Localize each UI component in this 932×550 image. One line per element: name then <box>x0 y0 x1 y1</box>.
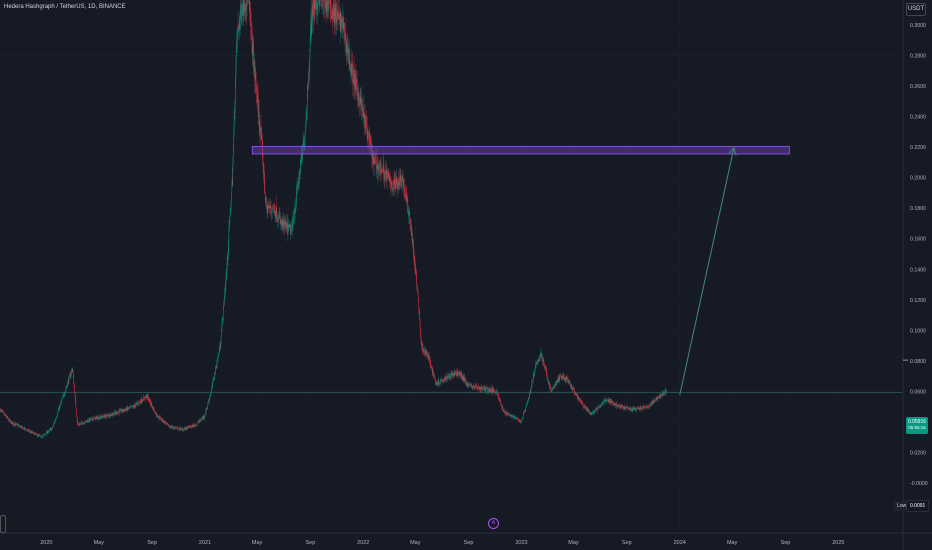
y-tick-label: 0.3000 <box>910 23 926 29</box>
x-tick-label: Sep <box>147 540 157 546</box>
x-tick-label: 2024 <box>674 540 686 546</box>
x-tick-label: 2023 <box>515 540 527 546</box>
x-tick-label: May <box>94 540 105 546</box>
x-tick-label: Sep <box>305 540 315 546</box>
low-value: 0.0091 <box>906 500 930 512</box>
y-tick-label: -0.0000 <box>910 481 928 487</box>
y-tick-label: 0.2000 <box>910 176 926 182</box>
y-tick-label: 0.1000 <box>910 328 926 334</box>
x-tick-label: Sep <box>622 540 632 546</box>
scroll-handle[interactable] <box>0 515 6 533</box>
currency-button[interactable]: USDT <box>906 3 926 16</box>
event-icon[interactable]: e <box>488 518 499 529</box>
x-tick-label: May <box>727 540 738 546</box>
x-tick-label: 2022 <box>357 540 369 546</box>
x-tick-label: Sep <box>464 540 474 546</box>
target-arrow-line <box>679 147 735 396</box>
y-tick-label: 0.1400 <box>910 267 926 273</box>
y-tick-label: 0.0600 <box>910 389 926 395</box>
x-tick-label: May <box>252 540 263 546</box>
y-tick-label: 0.1800 <box>910 206 926 212</box>
y-tick-label: 0.0200 <box>910 450 926 456</box>
current-price-label: 0.05916 05:56:15 <box>906 417 928 434</box>
y-tick-label: 0.2400 <box>910 115 926 121</box>
x-tick-label: May <box>568 540 579 546</box>
x-tick-label: 2025 <box>832 540 844 546</box>
y-tick-label: 0.2600 <box>910 84 926 90</box>
x-tick-label: May <box>410 540 421 546</box>
chart-title: Hedera Hashgraph / TetherUS, 1D, BINANCE <box>4 4 126 10</box>
y-tick-label: 0.2200 <box>910 145 926 151</box>
y-tick-label: 0.0800 <box>910 359 926 365</box>
y-tick-label: 0.2800 <box>910 54 926 60</box>
x-tick-label: 2021 <box>199 540 211 546</box>
chart-window: 0.3000 0.2800 0.2600 0.2400 0.2200 0.2000 0.18… <box>0 0 932 550</box>
resistance-zone <box>251 145 790 155</box>
price-chart[interactable]: 0.3000 0.2800 0.2600 0.2400 0.2200 0.2000 0.18… <box>0 0 932 550</box>
current-price-value: 0.05916 <box>907 419 927 425</box>
y-tick-label: 0.1600 <box>910 237 926 243</box>
price-countdown: 05:56:15 <box>908 425 926 430</box>
x-tick-label: Sep <box>781 540 791 546</box>
x-tick-label: 2020 <box>40 540 52 546</box>
y-tick-label: 0.1200 <box>910 298 926 304</box>
